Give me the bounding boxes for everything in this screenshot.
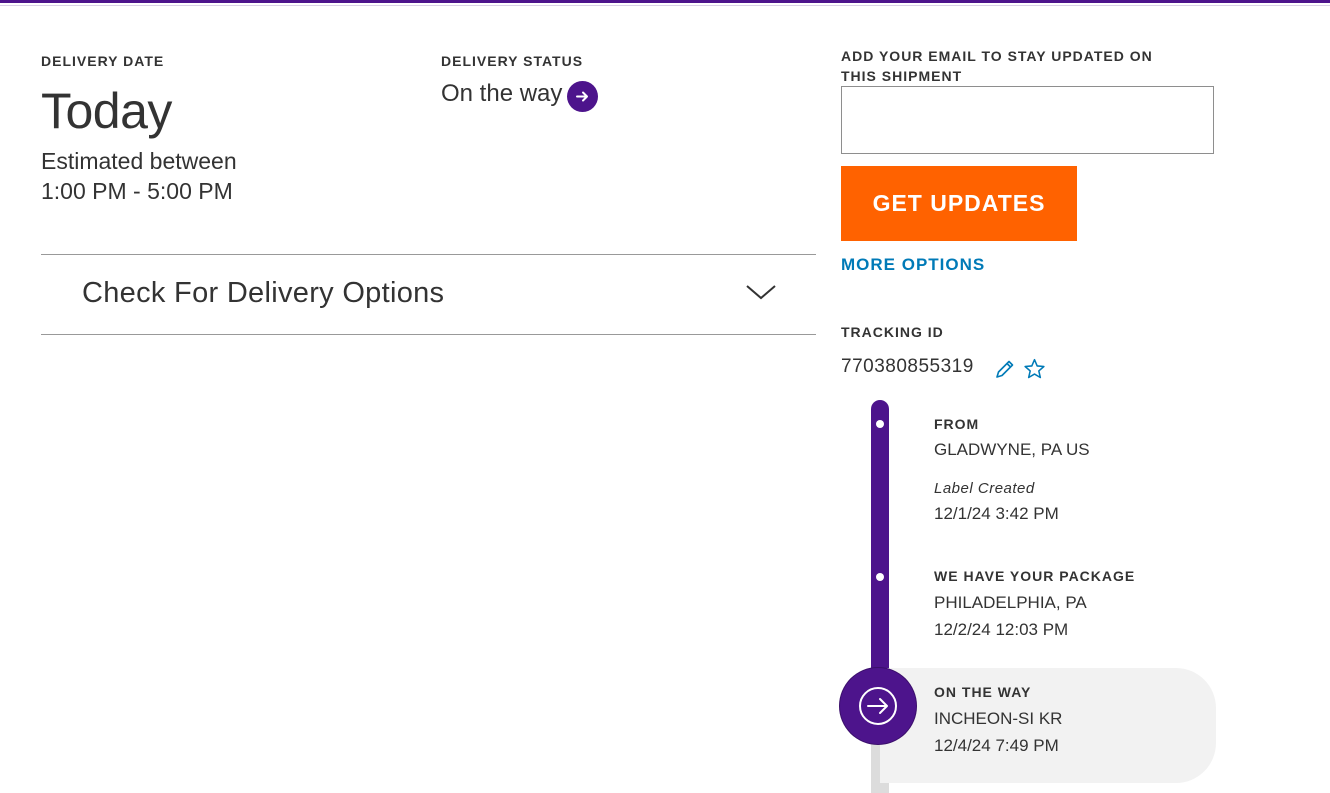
pencil-icon[interactable] [994,358,1016,380]
email-signup-label-line1: ADD YOUR EMAIL TO STAY UPDATED ON [841,48,1153,64]
delivery-date-value: Today [41,83,172,139]
estimate-time-range: 1:00 PM - 5:00 PM [41,178,233,204]
arrow-right-circle-icon [567,81,599,113]
timeline-step-note: Label Created [934,480,1035,497]
tracking-id-label: TRACKING ID [841,324,944,340]
timeline-step-title: ON THE WAY [934,684,1032,700]
get-updates-button[interactable]: GET UPDATES [841,166,1077,241]
delivery-options-title: Check For Delivery Options [82,277,445,309]
current-step-arrow-icon [840,668,916,744]
timeline-step-title: WE HAVE YOUR PACKAGE [934,568,1136,584]
chevron-down-icon [746,285,776,300]
timeline-step-location: GLADWYNE, PA US [934,440,1090,459]
timeline-step-title: FROM [934,416,980,432]
delivery-status-value: On the way [441,80,563,107]
timeline-step-datetime: 12/2/24 12:03 PM [934,620,1069,639]
delivery-date-label: DELIVERY DATE [41,53,165,69]
email-input[interactable] [841,86,1214,154]
timeline-step-location: PHILADELPHIA, PA [934,593,1087,612]
timeline-progress-bar [871,400,889,700]
estimate-text-line1: Estimated between [41,148,237,174]
timeline-step-location: INCHEON-SI KR [934,709,1063,728]
more-options-link[interactable]: MORE OPTIONS [841,255,985,275]
star-outline-icon[interactable] [1023,358,1046,380]
delivery-status: On the way [441,80,599,113]
timeline-step-datetime: 12/1/24 3:42 PM [934,504,1059,523]
timeline-dot [876,420,884,428]
timeline-dot [876,573,884,581]
timeline-step-datetime: 12/4/24 7:49 PM [934,736,1059,755]
top-border [0,0,1330,6]
delivery-status-label: DELIVERY STATUS [441,53,584,69]
tracking-number: 770380855319 [841,356,974,377]
delivery-options-accordion[interactable]: Check For Delivery Options [41,255,816,334]
divider-bottom [41,334,816,335]
email-signup-label-line2: THIS SHIPMENT [841,68,963,84]
